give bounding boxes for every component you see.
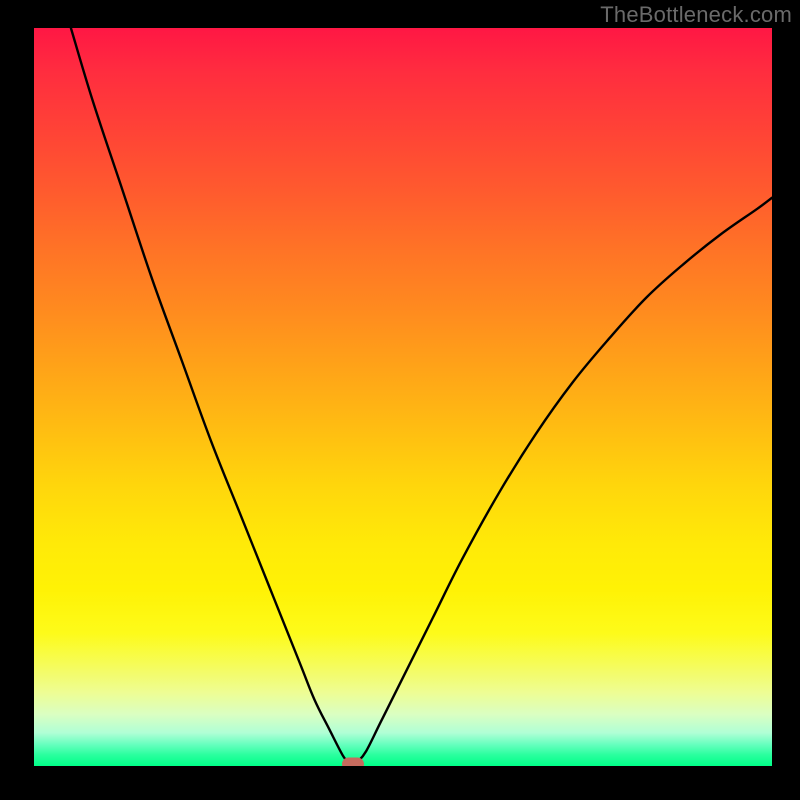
watermark-text: TheBottleneck.com	[600, 2, 792, 28]
bottleneck-curve-right	[357, 198, 772, 763]
bottleneck-curve-left	[71, 28, 348, 762]
curve-layer	[34, 28, 772, 766]
plot-area	[34, 28, 772, 766]
optimum-marker	[342, 757, 364, 766]
